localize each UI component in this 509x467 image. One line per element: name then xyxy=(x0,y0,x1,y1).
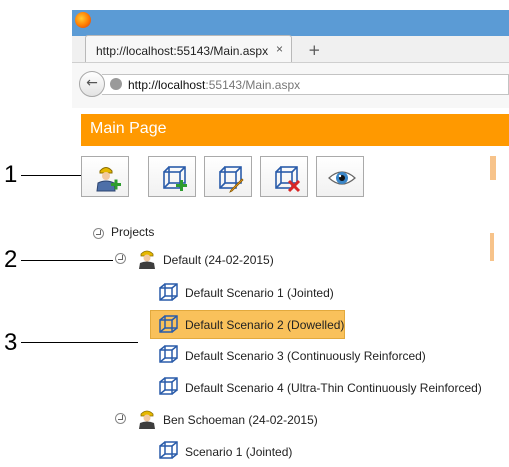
project-toggle-icon[interactable] xyxy=(115,413,126,424)
scenario-cube-icon xyxy=(159,377,178,395)
scenario-cube-icon xyxy=(159,345,178,363)
callout-line-2 xyxy=(21,260,113,261)
callout-line-1 xyxy=(21,175,81,176)
project-user-icon xyxy=(139,410,155,429)
firefox-logo-icon xyxy=(75,12,91,28)
callout-1: 1 xyxy=(4,161,18,188)
project-ben-schoeman[interactable]: Ben Schoeman (24-02-2015) xyxy=(163,413,318,427)
navigation-bar: http://localhost:55143/Main.aspx ← xyxy=(72,62,509,108)
tree-root-projects[interactable]: Projects xyxy=(111,225,154,239)
edit-scenario-button[interactable] xyxy=(204,156,252,197)
add-scenario-button[interactable] xyxy=(148,156,196,197)
eye-icon xyxy=(328,171,356,185)
project-toggle-icon[interactable] xyxy=(115,253,126,264)
tab-title: http://localhost:55143/Main.aspx xyxy=(96,44,269,58)
browser-window: http://localhost:55143/Main.aspx × + htt… xyxy=(72,10,509,108)
callout-line-3 xyxy=(21,342,138,343)
user-add-icon xyxy=(96,167,121,192)
scenario-item-selected[interactable]: Default Scenario 2 (Dowelled) xyxy=(185,318,344,332)
scenario-item[interactable]: Scenario 1 (Jointed) xyxy=(185,445,292,459)
callout-3: 3 xyxy=(4,329,18,356)
project-user-icon xyxy=(139,250,155,269)
scenario-item[interactable]: Default Scenario 1 (Jointed) xyxy=(185,286,334,300)
cube-add-icon xyxy=(163,166,187,191)
cube-edit-icon xyxy=(219,166,244,193)
url-host: http://localhost xyxy=(128,78,206,92)
right-decoration xyxy=(490,156,496,180)
back-button[interactable]: ← xyxy=(79,71,105,97)
tab-close-icon[interactable]: × xyxy=(276,42,283,56)
cube-delete-icon xyxy=(275,166,301,193)
view-button[interactable] xyxy=(316,156,364,197)
projects-toggle-icon[interactable] xyxy=(93,228,104,239)
page-title: Main Page xyxy=(90,120,167,137)
new-tab-button[interactable]: + xyxy=(308,41,321,59)
scenario-item[interactable]: Default Scenario 4 (Ultra-Thin Continuou… xyxy=(185,381,482,395)
scenario-item[interactable]: Default Scenario 3 (Continuously Reinfor… xyxy=(185,349,426,363)
right-decoration xyxy=(490,233,494,261)
globe-icon xyxy=(110,78,122,90)
page-header: Main Page xyxy=(81,114,509,146)
callout-2: 2 xyxy=(4,246,18,273)
delete-scenario-button[interactable] xyxy=(260,156,308,197)
add-project-button[interactable] xyxy=(81,156,129,197)
url-bar[interactable]: http://localhost:55143/Main.aspx xyxy=(102,74,509,95)
browser-tab[interactable]: http://localhost:55143/Main.aspx × xyxy=(85,35,292,63)
project-default[interactable]: Default (24-02-2015) xyxy=(163,253,274,267)
scenario-cube-icon xyxy=(159,315,178,333)
url-path: :55143/Main.aspx xyxy=(205,78,301,92)
scenario-cube-icon xyxy=(159,441,178,459)
browser-titlebar xyxy=(72,10,509,36)
scenario-cube-icon xyxy=(159,283,178,301)
